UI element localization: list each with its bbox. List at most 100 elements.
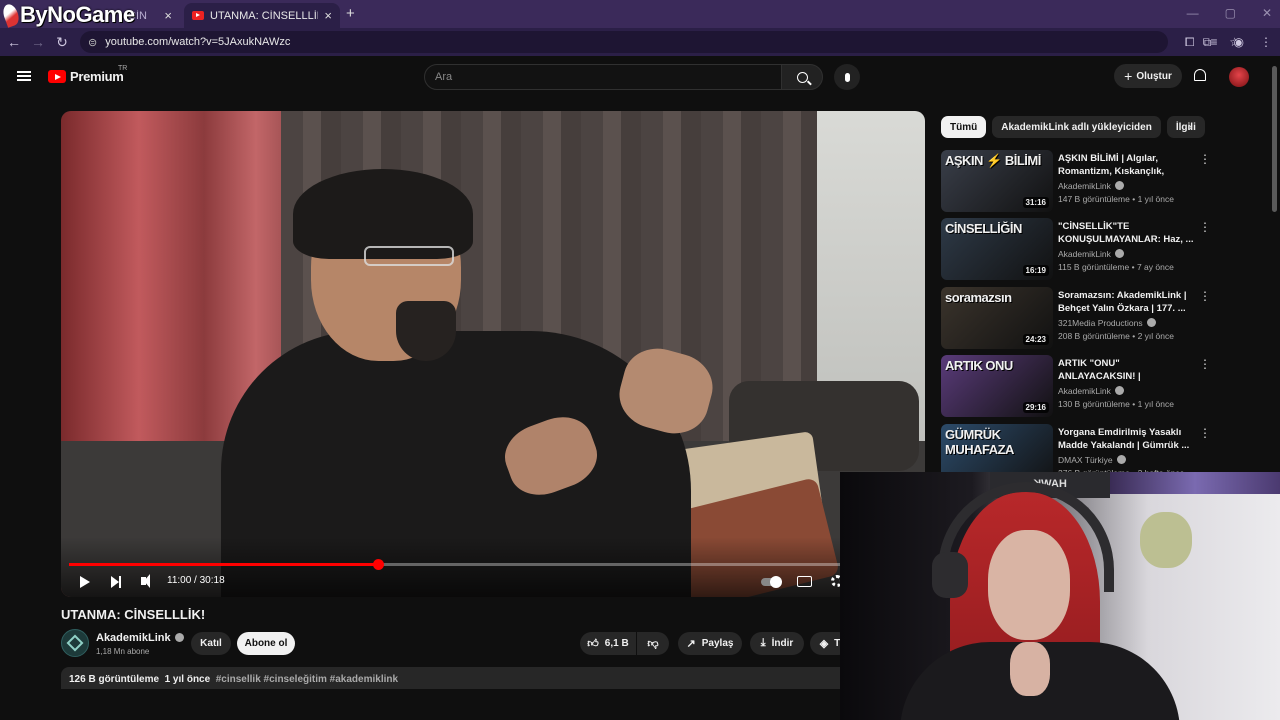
more-options-icon[interactable]: ⋮ (1199, 357, 1211, 371)
subscriber-count: 1,18 Mn abone (96, 647, 150, 656)
like-button[interactable]: 👍︎ 6,1 B (580, 632, 636, 655)
url-text[interactable]: youtube.com/watch?v=5JAxukNAWzc (105, 36, 290, 48)
subscribe-button[interactable]: Abone ol (237, 632, 295, 655)
video-thumbnail[interactable]: ARTIK ONU 29:16 (941, 355, 1053, 417)
browser-menu-icon[interactable]: ⋮ (1260, 35, 1272, 49)
verified-badge-icon (1146, 318, 1156, 327)
recommendation-item[interactable]: CİNSELLİĞİN 16:19 "CİNSELLİK"TE KONUŞULMAY… (941, 218, 1211, 280)
play-icon[interactable] (80, 576, 90, 588)
recommendation-age: 1 yıl önce (1137, 399, 1174, 409)
thumbs-up-icon: 👍︎ (587, 638, 599, 650)
chip-related[interactable]: İlgili (1166, 116, 1205, 138)
recommendation-meta: 147 B görüntüleme • 1 yıl önce (1058, 194, 1174, 204)
search-button[interactable] (781, 64, 823, 90)
new-tab-button[interactable]: + (346, 5, 355, 22)
recommendation-title[interactable]: "CİNSELLİK"TE KONUŞULMAYANLAR: Haz, ... (1058, 220, 1198, 246)
video-thumbnail[interactable]: soramazsın 24:23 (941, 287, 1053, 349)
reload-icon[interactable]: ↻ (50, 34, 74, 51)
download-button[interactable]: ⤓ İndir (750, 632, 804, 655)
create-button[interactable]: + Oluştur (1114, 64, 1182, 88)
video-player[interactable]: 11:00 / 30:18 (61, 111, 925, 597)
dislike-button[interactable]: 👎︎ (637, 632, 669, 655)
browser-tab-active[interactable]: UTANMA: CİNSELLLİK! - YouTube × (184, 3, 340, 28)
close-window-button[interactable]: ✕ (1262, 6, 1272, 20)
video-title: UTANMA: CİNSELLLİK! (61, 607, 206, 622)
extensions-puzzle-icon[interactable]: ⧠ (1185, 35, 1195, 50)
join-button[interactable]: Katıl (191, 632, 231, 655)
autoplay-toggle[interactable] (761, 576, 782, 588)
extensions-area: ⧠ ≡ ◉ ⋮ (1185, 28, 1272, 56)
progress-bar[interactable] (69, 559, 921, 570)
hamburger-menu-icon[interactable] (17, 71, 31, 81)
profile-icon[interactable]: ◉ (1234, 35, 1244, 49)
reading-list-icon[interactable]: ≡ (1211, 35, 1218, 49)
site-info-icon[interactable]: ⊜ (88, 36, 97, 49)
thumbnail-text: soramazsın (945, 290, 1012, 305)
page-scrollbar[interactable] (1272, 66, 1277, 212)
more-options-icon[interactable]: ⋮ (1199, 152, 1211, 166)
more-options-icon[interactable]: ⋮ (1199, 220, 1211, 234)
microphone-icon (844, 72, 850, 82)
recommendation-channel[interactable]: 321Media Productions (1058, 318, 1143, 328)
video-frame-speaker-beard (396, 301, 456, 361)
address-bar[interactable]: ⊜ youtube.com/watch?v=5JAxukNAWzc (80, 31, 1168, 53)
more-options-icon[interactable]: ⋮ (1199, 426, 1211, 440)
video-thumbnail[interactable]: AŞKIN ⚡ BİLİMİ 31:16 (941, 150, 1053, 212)
share-button[interactable]: ↗ Paylaş (678, 632, 742, 655)
chip-from-uploader[interactable]: AkademikLink adlı yükleyiciden (992, 116, 1161, 138)
chip-all[interactable]: Tümü (941, 116, 987, 138)
recommendation-channel-row[interactable]: AkademikLink (1058, 181, 1124, 191)
video-thumbnail[interactable]: CİNSELLİĞİN 16:19 (941, 218, 1053, 280)
recommendation-title[interactable]: Soramazsın: AkademikLink | Behçet Yalın … (1058, 289, 1198, 315)
browser-tab-bar: ByNoGame CİN × UTANMA: CİNSELLLİK! - You… (0, 0, 1280, 28)
recommendation-channel-row[interactable]: AkademikLink (1058, 249, 1124, 259)
recommendation-channel[interactable]: AkademikLink (1058, 181, 1111, 191)
voice-search-button[interactable] (834, 64, 860, 90)
recommendation-channel-row[interactable]: 321Media Productions (1058, 318, 1156, 328)
subtitles-icon[interactable] (797, 576, 812, 587)
recommendation-title[interactable]: ARTIK "ONU" ANLAYACAKSIN! | Cinsiyetleri… (1058, 357, 1198, 383)
forward-arrow-icon[interactable]: → (26, 34, 50, 50)
search-input[interactable]: Ara (424, 64, 782, 90)
create-label: Oluştur (1136, 70, 1172, 82)
back-arrow-icon[interactable]: ← (2, 34, 26, 50)
meta-separator: • (1131, 262, 1135, 272)
recommendation-channel[interactable]: AkademikLink (1058, 249, 1111, 259)
more-options-icon[interactable]: ⋮ (1199, 289, 1211, 303)
youtube-favicon-icon (192, 11, 204, 20)
youtube-premium-logo[interactable]: Premium TR (48, 65, 127, 84)
account-avatar[interactable] (1229, 67, 1249, 87)
volume-icon[interactable] (141, 574, 150, 588)
tab-close-icon[interactable]: × (164, 8, 172, 23)
meta-separator: • (1132, 399, 1136, 409)
youtube-logo-icon (48, 70, 66, 83)
window-controls: — ▢ ✕ (1187, 6, 1272, 20)
recommendation-title[interactable]: AŞKIN BİLİMİ | Algılar, Romantizm, Kıska… (1058, 152, 1198, 178)
recommendation-channel-row[interactable]: DMAX Türkiye (1058, 455, 1126, 465)
recommendation-channel[interactable]: DMAX Türkiye (1058, 455, 1113, 465)
maximize-button[interactable]: ▢ (1225, 6, 1236, 20)
channel-name-row[interactable]: AkademikLink (96, 632, 184, 644)
tab-close-icon[interactable]: × (324, 8, 332, 23)
recommendation-meta: 130 B görüntüleme • 1 yıl önce (1058, 399, 1174, 409)
recommendation-title[interactable]: Yorgana Emdirilmiş Yasaklı Madde Yakalan… (1058, 426, 1198, 452)
minimize-button[interactable]: — (1187, 6, 1199, 20)
share-arrow-icon: ↗ (686, 638, 696, 650)
verified-badge-icon (1114, 386, 1124, 395)
recommendation-meta: 115 B görüntüleme • 7 ay önce (1058, 262, 1174, 272)
recommendation-channel-row[interactable]: AkademikLink (1058, 386, 1124, 396)
channel-avatar[interactable] (61, 629, 89, 657)
thumbnail-text: CİNSELLİĞİN (945, 221, 1022, 236)
hashtags[interactable]: #cinsellik #cinseleğitim #akademiklink (216, 674, 398, 685)
recommendation-item[interactable]: soramazsın 24:23 Soramazsın: AkademikLink … (941, 287, 1211, 349)
description-box[interactable]: 126 B görüntüleme 1 yıl önce #cinsellik … (61, 667, 861, 689)
thumbnail-text: AŞKIN ⚡ BİLİMİ (945, 153, 1041, 168)
video-frame-glasses (364, 246, 454, 266)
notifications-bell-icon[interactable] (1194, 69, 1206, 81)
recommendation-item[interactable]: ARTIK ONU 29:16 ARTIK "ONU" ANLAYACAKSIN! … (941, 355, 1211, 417)
channel-name[interactable]: AkademikLink (96, 632, 171, 644)
recommendation-channel[interactable]: AkademikLink (1058, 386, 1111, 396)
chevron-right-icon[interactable]: › (1188, 119, 1192, 134)
recommendation-item[interactable]: AŞKIN ⚡ BİLİMİ 31:16 AŞKIN BİLİMİ | Algıla… (941, 150, 1211, 212)
next-video-icon[interactable] (111, 576, 121, 588)
